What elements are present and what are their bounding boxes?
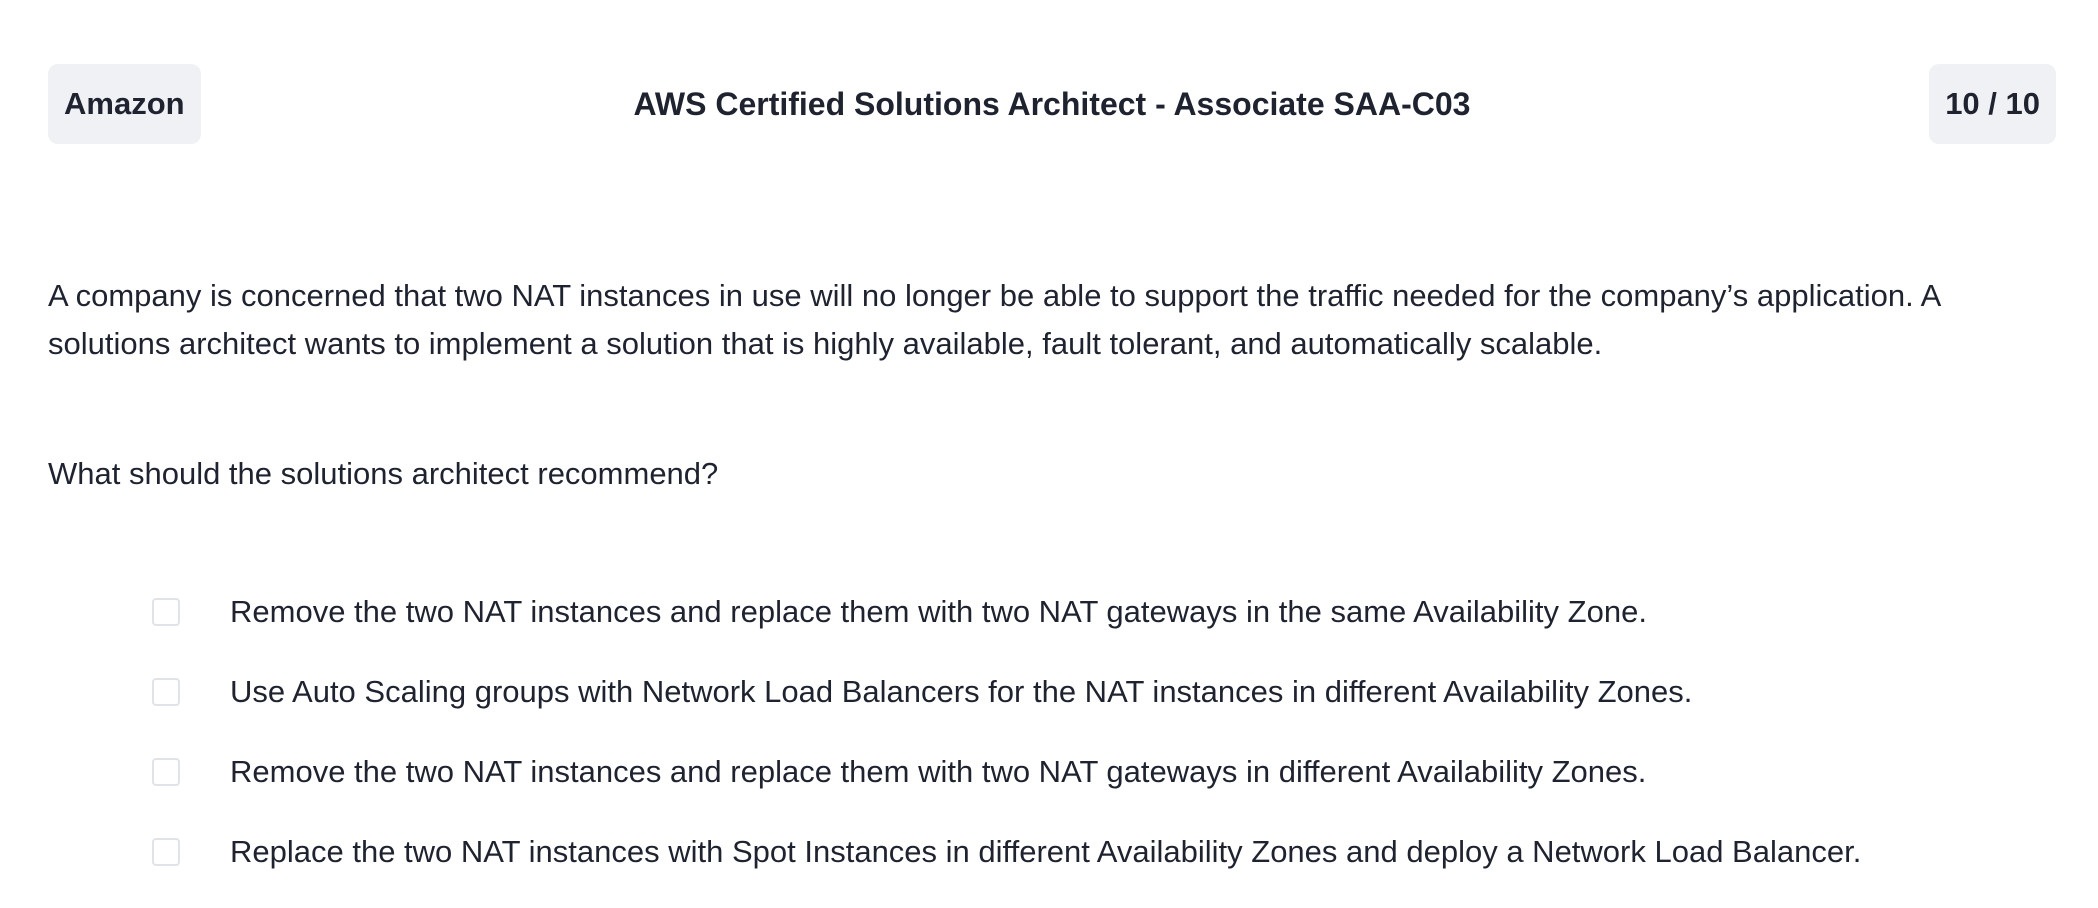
answer-option-d[interactable]: Replace the two NAT instances with Spot … <box>152 812 2032 892</box>
answer-option-label: Replace the two NAT instances with Spot … <box>230 834 1862 869</box>
question-progress-badge: 10 / 10 <box>1929 64 2056 144</box>
exam-title: AWS Certified Solutions Architect - Asso… <box>633 86 1471 122</box>
answer-option-label: Remove the two NAT instances and replace… <box>230 594 1647 629</box>
answer-checkbox[interactable] <box>152 598 180 626</box>
answer-checkbox[interactable] <box>152 758 180 786</box>
exam-header: Amazon AWS Certified Solutions Architect… <box>48 64 2056 144</box>
question-text: A company is concerned that two NAT inst… <box>48 278 1940 361</box>
answer-checkbox[interactable] <box>152 678 180 706</box>
answer-options: Remove the two NAT instances and replace… <box>152 572 2032 892</box>
answer-checkbox[interactable] <box>152 838 180 866</box>
answer-option-a[interactable]: Remove the two NAT instances and replace… <box>152 572 2032 652</box>
vendor-badge: Amazon <box>48 64 201 144</box>
answer-option-b[interactable]: Use Auto Scaling groups with Network Loa… <box>152 652 2032 732</box>
answer-option-label: Remove the two NAT instances and replace… <box>230 754 1647 789</box>
answer-option-c[interactable]: Remove the two NAT instances and replace… <box>152 732 2032 812</box>
question-prompt: What should the solutions architect reco… <box>48 456 719 491</box>
answer-option-label: Use Auto Scaling groups with Network Loa… <box>230 674 1693 709</box>
